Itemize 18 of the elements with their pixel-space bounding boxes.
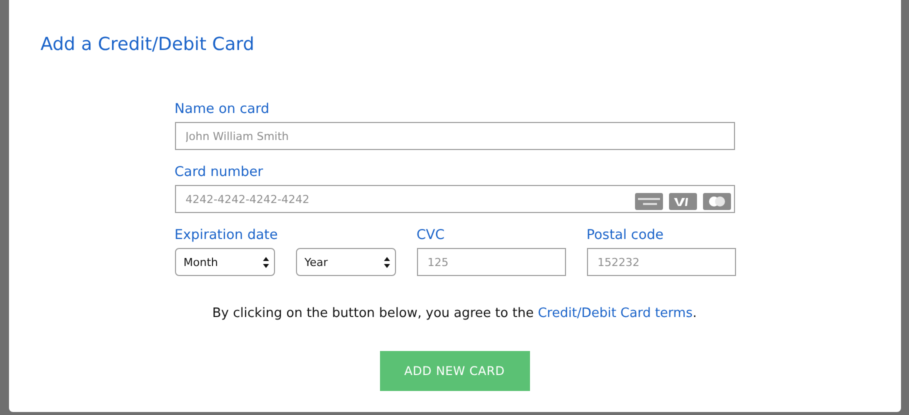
field-label: Name on card <box>174 101 270 117</box>
terms-text: By clicking on the button below, you agree to the Credit/Debit Card terms. <box>211 306 698 321</box>
field-label: Card number <box>174 164 264 180</box>
dialog-title: Add a Credit/Debit Card <box>40 34 256 55</box>
postal-code-field[interactable]: 152232 <box>586 248 736 276</box>
field-label: Expiration date <box>174 227 279 243</box>
terms-link[interactable]: Credit/Debit Card terms <box>538 306 693 321</box>
card-logo-icon <box>634 193 662 210</box>
field-label: Postal code <box>586 227 665 243</box>
year-select[interactable]: Year <box>296 248 396 276</box>
card-number-field[interactable]: 4242-4242-4242-4242 <box>174 185 734 213</box>
cvc-field[interactable]: 125 <box>416 248 566 276</box>
caret-icon <box>384 256 390 268</box>
field-label: CVC <box>416 227 446 243</box>
caret-icon <box>262 256 268 268</box>
card-logo-icon <box>702 193 730 210</box>
month-select[interactable]: Month <box>174 248 274 276</box>
card-logo-icon <box>668 193 696 210</box>
